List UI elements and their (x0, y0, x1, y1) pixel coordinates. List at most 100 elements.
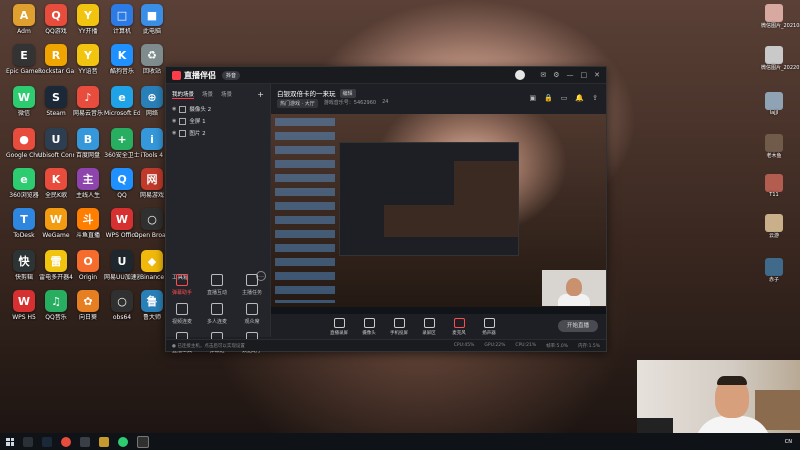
status-text: ● 已连接主机，点击后可以实现设置 (172, 343, 245, 349)
app-icon[interactable] (80, 436, 90, 447)
app-icon[interactable] (118, 436, 128, 447)
app-icon: A (13, 4, 35, 26)
file-label: 云游 (768, 233, 779, 239)
maximize-button[interactable]: □ (581, 71, 588, 79)
desktop-file[interactable]: 云游 (761, 214, 787, 239)
desktop-icon[interactable]: O Origin (70, 250, 106, 281)
desktop-file[interactable]: 微信图片_2022011... (761, 46, 800, 71)
message-icon[interactable]: ✉ (540, 71, 546, 79)
close-button[interactable]: ✕ (594, 71, 600, 79)
record-area-button[interactable]: 录屏区 (415, 317, 443, 336)
toolbox-item[interactable]: 多人连麦 (200, 303, 234, 325)
microphone-button[interactable]: 麦克风 (445, 317, 473, 336)
stat-item: GPU:22% (484, 342, 506, 348)
share-icon[interactable]: ⇪ (592, 94, 598, 102)
toolbox-item[interactable]: 视频连麦 (165, 303, 199, 325)
desktop-file[interactable]: lajjl (761, 92, 787, 116)
desktop-icon-label: Ubisoft Connect (38, 152, 74, 159)
toolbox-item[interactable]: 弹幕助手 (165, 274, 199, 296)
desktop-icon[interactable]: W WeGame (38, 208, 74, 239)
file-thumbnail (765, 46, 783, 64)
bell-icon[interactable]: 🔔 (575, 94, 584, 102)
source-item[interactable]: ◉ 全屏 1 (166, 115, 270, 127)
app-icon: + (111, 128, 133, 150)
room-category[interactable]: 热门游戏 · 大厅 (277, 99, 318, 108)
toolbox-item[interactable]: 直播互动 (200, 274, 234, 296)
desktop-icon[interactable]: 斗斗鱼直播 (70, 208, 106, 239)
desktop-icon-label: 雷电多开器4 (39, 274, 73, 281)
eye-icon[interactable]: ◉ (172, 106, 176, 112)
desktop-icon[interactable]: R Rockstar Games... (38, 44, 74, 75)
desktop-file[interactable]: 赤子 (761, 258, 787, 283)
add-scene-icon[interactable]: + (257, 90, 264, 99)
eye-icon[interactable]: ◉ (172, 130, 176, 136)
tab-my-scene[interactable]: 我的场景 (172, 90, 195, 99)
app-icon: ♫ (45, 290, 67, 312)
edit-title-button[interactable]: 编辑 (339, 88, 356, 98)
platform-tag[interactable]: 抖音 (222, 70, 241, 80)
desktop-icon[interactable]: 雷雷电多开器4 (38, 250, 74, 281)
start-button[interactable] (6, 437, 14, 446)
source-item[interactable]: ◉ 图片 2 (166, 127, 270, 139)
desktop-icon[interactable]: 快快剪辑 (6, 250, 42, 281)
desktop-icon[interactable]: ✿ 向日葵 (70, 290, 106, 321)
minimize-button[interactable]: — (567, 71, 574, 79)
chrome-icon[interactable] (61, 436, 71, 447)
desktop-file[interactable]: 微信图片_2021082... (761, 4, 800, 29)
desktop-icon[interactable]: W 微信 (6, 86, 42, 117)
window-icon[interactable]: ▭ (561, 94, 568, 102)
steam-icon[interactable] (42, 436, 52, 447)
ime-indicator[interactable]: CN (785, 439, 792, 445)
screen-record-button[interactable]: 直播录屏 (325, 317, 353, 336)
eye-icon[interactable]: ◉ (172, 118, 176, 124)
desktop-icon-label: QQ游戏 (45, 28, 67, 35)
desktop-icon[interactable]: Q QQ游戏 (38, 4, 74, 35)
lock-icon[interactable]: 🔒 (544, 94, 553, 102)
desktop-icon[interactable]: ♫ QQ音乐 (38, 290, 74, 321)
toolbox-item[interactable]: 主播任务 (235, 274, 269, 296)
preview-person-face (566, 278, 582, 296)
toolbox-item[interactable]: 观众席 (235, 303, 269, 325)
desktop-icon[interactable]: ● Google Chrome (6, 128, 42, 159)
desktop-icon-label: 全民K歌 (45, 192, 67, 199)
speaker-button[interactable]: 扬声器 (475, 317, 503, 336)
taskbar: CN (0, 433, 800, 450)
stream-preview[interactable] (271, 114, 606, 314)
desktop-icon[interactable]: ■ 此电脑 (134, 4, 170, 35)
layout-icon[interactable]: ▣ (529, 94, 536, 102)
tab-scene-2[interactable]: 场景 (221, 90, 232, 99)
desktop-icon[interactable]: T ToDesk (6, 208, 42, 239)
avatar[interactable] (515, 70, 526, 80)
desktop-icon[interactable]: A Adm (6, 4, 42, 35)
search-icon[interactable] (23, 436, 33, 447)
system-tray[interactable]: CN (785, 439, 792, 445)
tool-icon (211, 303, 223, 315)
desktop-icon[interactable]: ♪ 网易云音乐 (70, 86, 106, 117)
obs-icon[interactable] (137, 435, 149, 448)
desktop-icon[interactable]: U Ubisoft Connect (38, 128, 74, 159)
camera-button[interactable]: 摄像头 (355, 317, 383, 336)
phone-cast-button[interactable]: 手机投屏 (385, 317, 413, 336)
desktop-icon[interactable]: K 全民K歌 (38, 168, 74, 199)
folder-icon[interactable] (99, 436, 109, 447)
app-icon: ■ (141, 4, 163, 26)
tool-label: 弹幕助手 (171, 290, 192, 296)
start-live-button[interactable]: 开始直播 (558, 320, 598, 332)
screen-icon (333, 317, 345, 328)
desktop-icon[interactable]: Y YY开播 (70, 4, 106, 35)
desktop-icon[interactable]: S Steam (38, 86, 74, 117)
preview-taskbar (271, 307, 606, 314)
desktop-icon[interactable]: e 360浏览器 (6, 168, 42, 199)
desktop-file[interactable]: T11 (761, 174, 787, 198)
status-bar: ● 已连接主机，点击后可以实现设置 CPU:45% GPU:22% CPU:21… (166, 339, 606, 351)
app-icon: W (13, 86, 35, 108)
desktop-icon[interactable]: E Epic Games Launcher (6, 44, 42, 75)
desktop-icon[interactable]: B 百度网盘 (70, 128, 106, 159)
source-item[interactable]: ◉ 摄像头 2 (166, 103, 270, 115)
desktop-icon[interactable]: W WPS H5 (6, 290, 42, 321)
desktop-file[interactable]: 老木鱼 (761, 134, 787, 159)
desktop-icon[interactable]: 主主线人生 (70, 168, 106, 199)
tab-scene[interactable]: 场景 (202, 90, 213, 99)
settings-icon[interactable]: ⚙ (553, 71, 559, 79)
desktop-icon[interactable]: Y YY语音 (70, 44, 106, 75)
